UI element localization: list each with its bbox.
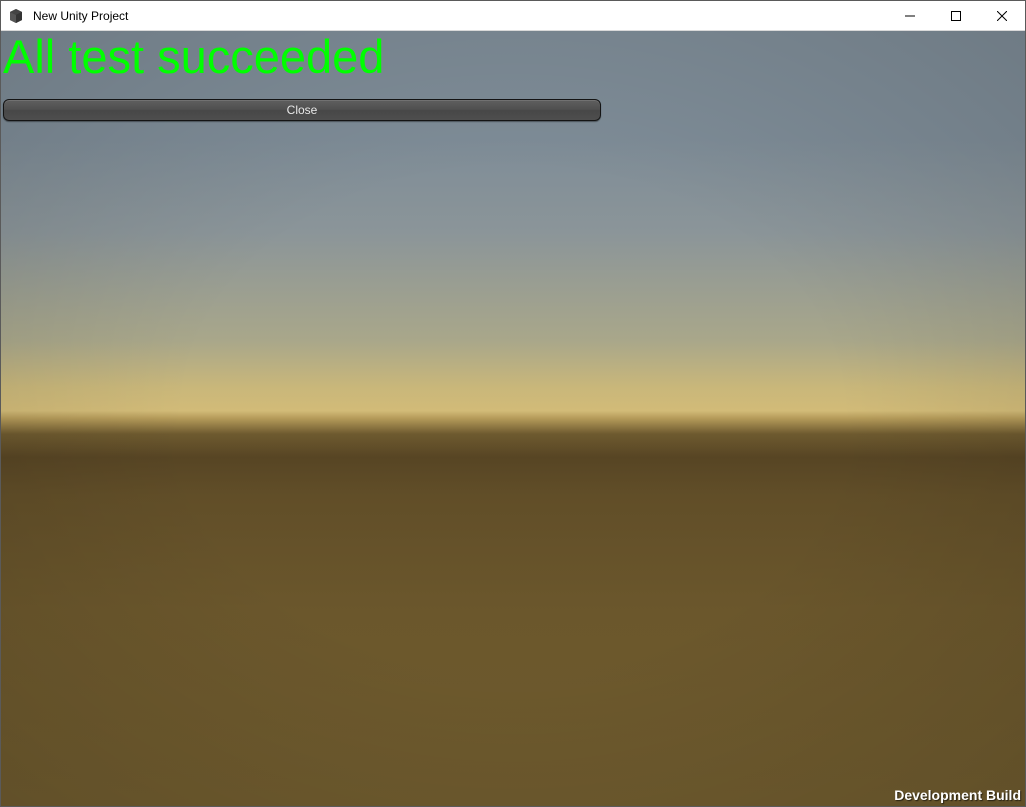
window-frame: New Unity Project All test succeeded Clo… [0, 0, 1026, 807]
close-button-label: Close [287, 103, 318, 117]
game-viewport: All test succeeded Close Development Bui… [1, 31, 1025, 806]
development-build-label: Development Build [894, 787, 1021, 803]
window-title: New Unity Project [31, 9, 128, 23]
maximize-button[interactable] [933, 1, 979, 31]
close-button[interactable]: Close [3, 99, 601, 121]
status-text: All test succeeded [3, 33, 384, 80]
titlebar[interactable]: New Unity Project [1, 1, 1025, 31]
unity-icon [1, 1, 31, 31]
close-window-button[interactable] [979, 1, 1025, 31]
minimize-button[interactable] [887, 1, 933, 31]
